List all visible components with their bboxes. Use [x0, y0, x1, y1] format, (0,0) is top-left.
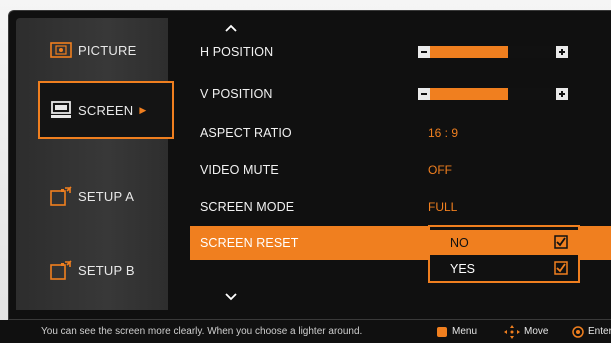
screen-reset-popup: NO YES: [428, 225, 580, 283]
screen-icon: [50, 101, 72, 119]
setting-label: SCREEN MODE: [200, 200, 295, 214]
sidebar-item-label: PICTURE: [78, 42, 137, 58]
move-hint: Move: [504, 324, 549, 339]
enter-hint-label: Enter: [588, 326, 611, 337]
scroll-up-icon[interactable]: [224, 20, 238, 32]
sidebar-item-screen[interactable]: SCREEN ▶: [38, 81, 174, 139]
menu-hint-label: Menu: [452, 326, 478, 337]
h-position-slider[interactable]: [418, 46, 568, 58]
slider-fill: [430, 46, 509, 58]
move-arrows-icon: [504, 324, 520, 339]
setting-row-aspect-ratio[interactable]: ASPECT RATIO 16 : 9: [190, 116, 611, 150]
menu-key-icon: [436, 326, 448, 338]
help-text: You can see the screen more clearly. Whe…: [41, 326, 363, 337]
setting-label: H POSITION: [200, 45, 274, 59]
plus-icon[interactable]: [556, 46, 568, 58]
sidebar-item-label: SCREEN: [78, 102, 134, 118]
setting-label: V POSITION: [200, 87, 273, 101]
option-yes[interactable]: YES: [430, 256, 578, 281]
checkbox-checked-icon[interactable]: [554, 235, 568, 249]
move-hint-label: Move: [524, 326, 549, 337]
aspect-ratio-value: 16 : 9: [428, 126, 459, 140]
slider-fill: [430, 88, 509, 100]
plus-icon[interactable]: [556, 88, 568, 100]
setting-row-screen-mode[interactable]: SCREEN MODE FULL: [190, 190, 611, 224]
sidebar-item-setup-b[interactable]: SETUP B: [16, 240, 168, 300]
v-position-slider[interactable]: [418, 88, 568, 100]
setting-label: ASPECT RATIO: [200, 126, 292, 140]
setting-label: VIDEO MUTE: [200, 163, 279, 177]
slider-track: [430, 88, 556, 100]
option-label: NO: [450, 235, 469, 250]
minus-icon[interactable]: [418, 88, 430, 100]
setup-b-icon: [50, 260, 72, 280]
setup-a-icon: [50, 186, 72, 206]
checkbox-checked-icon[interactable]: [554, 261, 568, 275]
minus-icon[interactable]: [418, 46, 430, 58]
status-bar: You can see the screen more clearly. Whe…: [0, 320, 611, 343]
sidebar-item-label: SETUP A: [78, 188, 135, 204]
option-no[interactable]: NO: [430, 230, 578, 255]
option-label: YES: [450, 261, 476, 276]
picture-icon: [50, 41, 72, 59]
enter-hint: Enter: [572, 325, 611, 338]
setting-row-h-position[interactable]: H POSITION: [190, 35, 611, 69]
osd-menu: PICTURE SCREEN ▶ SETUP A SETUP B H POSIT…: [0, 0, 611, 343]
scroll-down-icon[interactable]: [224, 289, 238, 301]
sidebar-item-setup-a[interactable]: SETUP A: [16, 166, 168, 226]
setting-row-v-position[interactable]: V POSITION: [190, 77, 611, 111]
setting-row-video-mute[interactable]: VIDEO MUTE OFF: [190, 153, 611, 187]
sidebar-item-label: SETUP B: [78, 262, 135, 278]
setting-label: SCREEN RESET: [200, 236, 299, 250]
category-sidebar: PICTURE SCREEN ▶ SETUP A SETUP B: [16, 18, 174, 310]
menu-hint: Menu: [436, 326, 477, 338]
enter-key-icon: [572, 325, 584, 338]
video-mute-value: OFF: [428, 163, 452, 177]
slider-track: [430, 46, 556, 58]
caret-right-icon: ▶: [139, 104, 147, 115]
sidebar-item-picture[interactable]: PICTURE: [16, 20, 168, 80]
screen-mode-value: FULL: [428, 200, 458, 214]
